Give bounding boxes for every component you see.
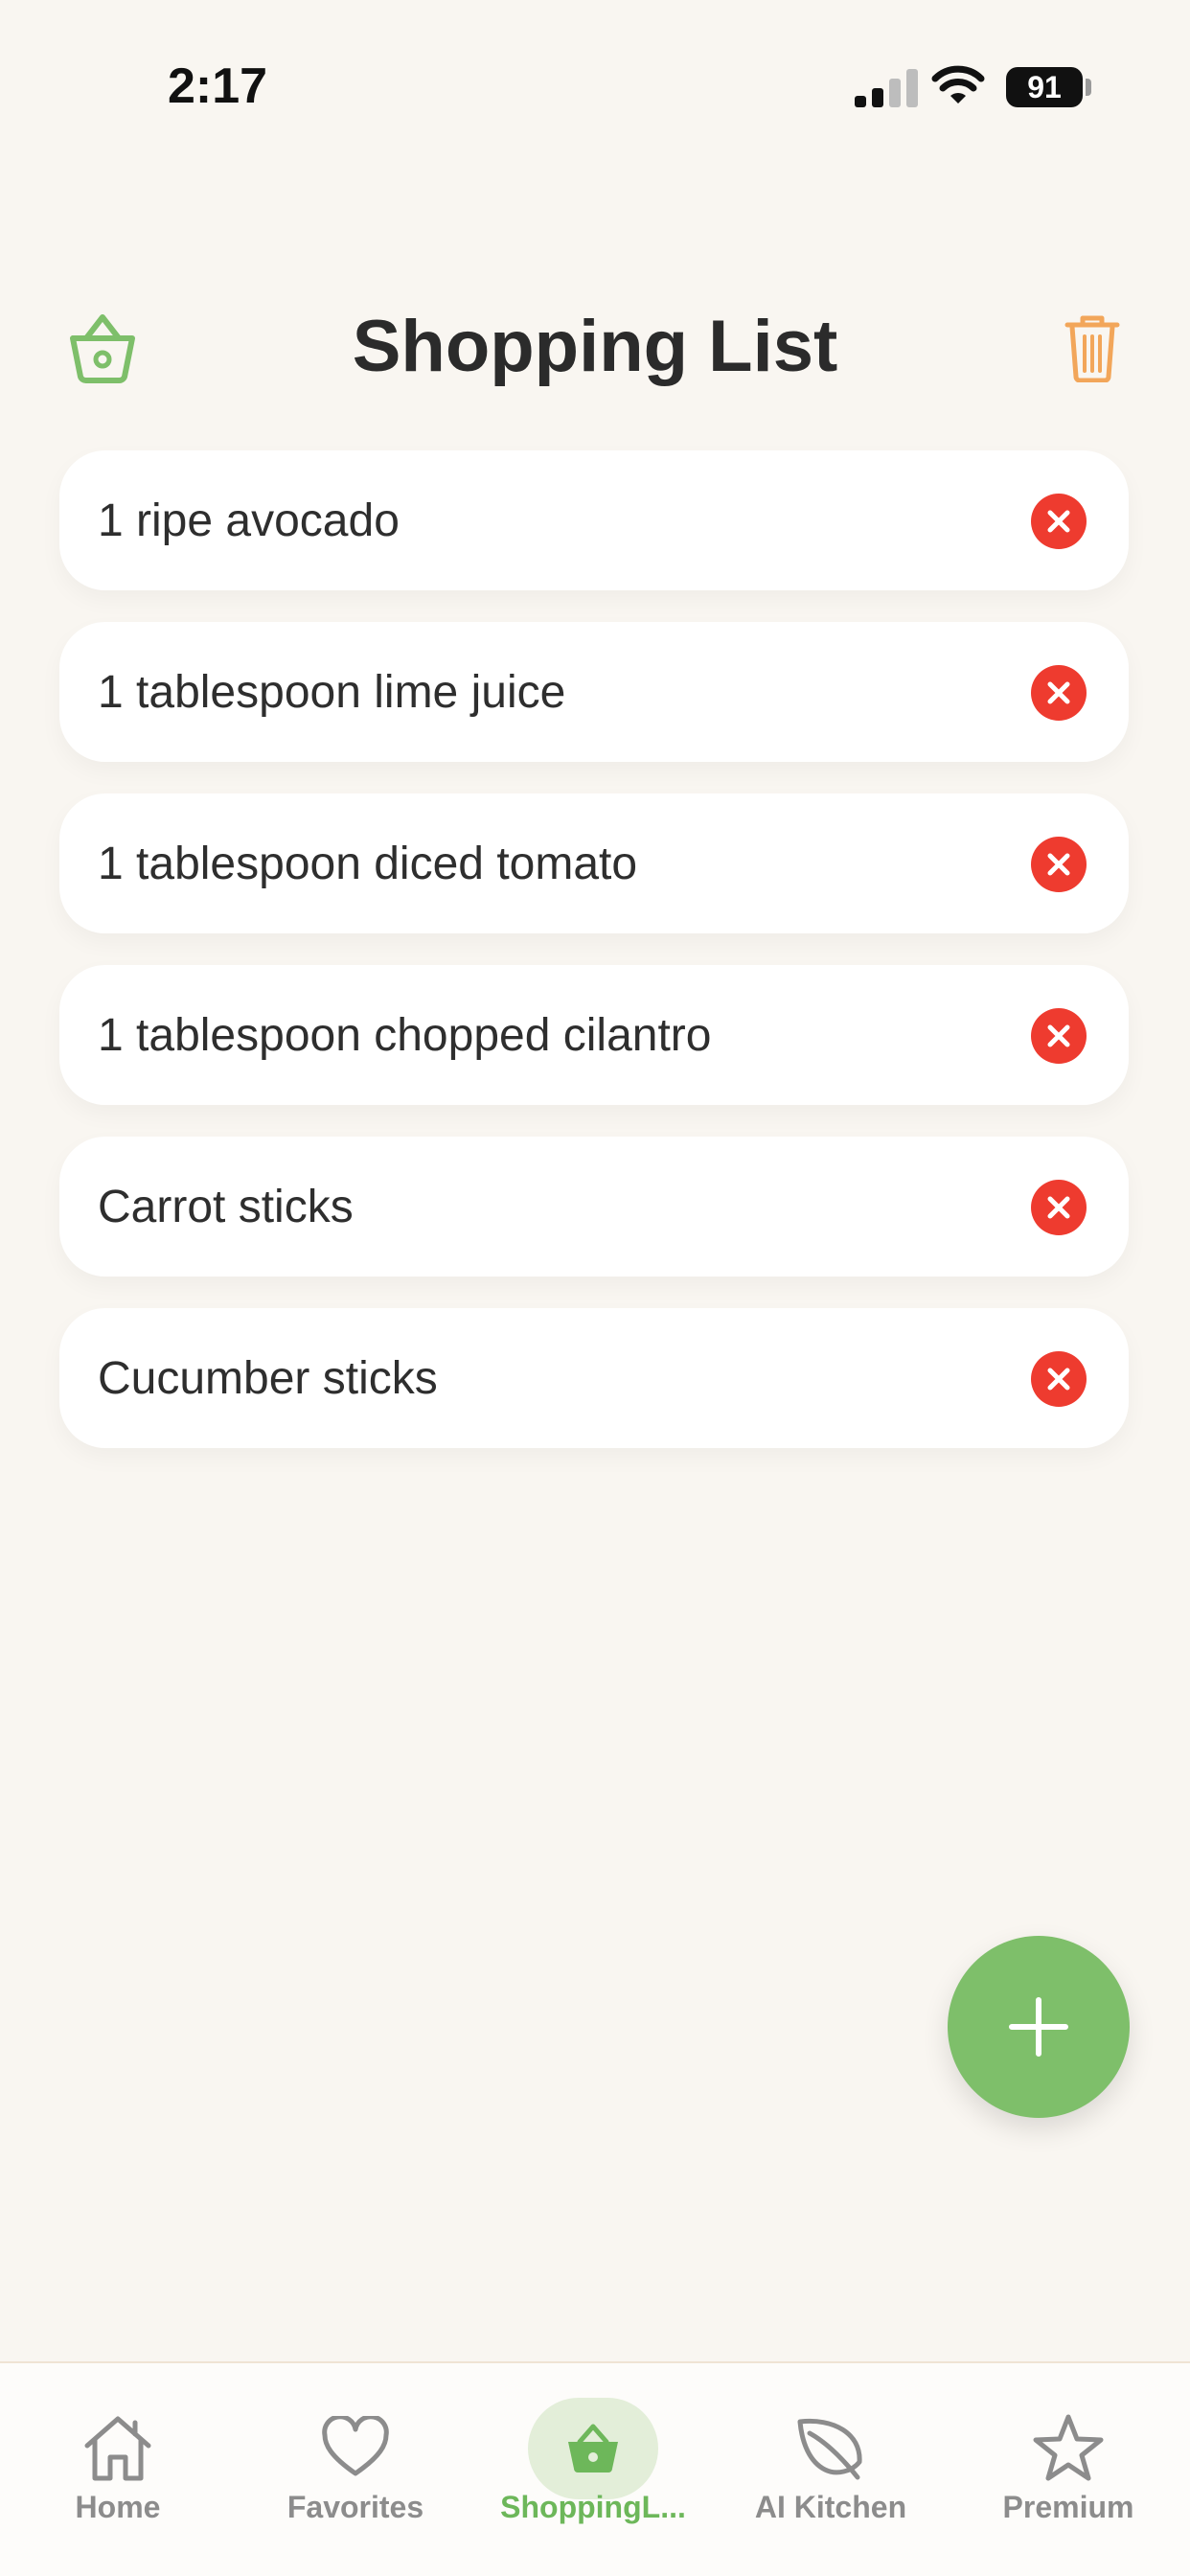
list-item[interactable]: 1 tablespoon chopped cilantro <box>59 965 1129 1105</box>
list-item-text: Cucumber sticks <box>98 1352 438 1404</box>
remove-item-button[interactable] <box>1031 1351 1087 1407</box>
bottom-tab-bar: Home Favorites ShoppingL... AI Kitchen P… <box>0 2361 1190 2576</box>
list-item-text: 1 tablespoon chopped cilantro <box>98 1009 712 1061</box>
remove-item-button[interactable] <box>1031 837 1087 892</box>
close-icon <box>1047 510 1070 533</box>
tab-favorites[interactable]: Favorites <box>240 2363 470 2576</box>
list-item[interactable]: 1 ripe avocado <box>59 450 1129 590</box>
close-icon <box>1047 1024 1070 1047</box>
close-icon <box>1047 853 1070 876</box>
tab-shopping-list[interactable]: ShoppingL... <box>478 2363 708 2576</box>
home-icon <box>80 2411 156 2484</box>
tab-label: Home <box>75 2490 161 2524</box>
remove-item-button[interactable] <box>1031 665 1087 721</box>
close-icon <box>1047 1196 1070 1219</box>
wifi-icon <box>931 65 985 104</box>
battery-indicator: 91 <box>1006 67 1083 107</box>
trash-icon[interactable] <box>1064 313 1121 382</box>
status-time: 2:17 <box>168 58 268 114</box>
battery-tip <box>1086 79 1091 96</box>
screen: 2:17 91 Shopping List 1 ripe avocado 1 t… <box>0 0 1190 2576</box>
list-item-text: Carrot sticks <box>98 1181 354 1232</box>
close-icon <box>1047 681 1070 704</box>
heart-icon <box>317 2411 394 2484</box>
leaf-icon <box>792 2411 869 2484</box>
cellular-signal-icon <box>855 69 918 107</box>
close-icon <box>1047 1368 1070 1391</box>
remove-item-button[interactable] <box>1031 1008 1087 1064</box>
tab-label: Premium <box>1002 2490 1134 2524</box>
add-item-button[interactable] <box>948 1936 1130 2118</box>
plus-icon <box>1009 1997 1068 2057</box>
list-item[interactable]: 1 tablespoon lime juice <box>59 622 1129 762</box>
tab-label: ShoppingL... <box>500 2490 686 2524</box>
list-item[interactable]: Carrot sticks <box>59 1137 1129 1276</box>
list-item[interactable]: 1 tablespoon diced tomato <box>59 794 1129 933</box>
tab-premium[interactable]: Premium <box>953 2363 1183 2576</box>
shopping-list: 1 ripe avocado 1 tablespoon lime juice 1… <box>59 450 1129 1480</box>
tab-ai-kitchen[interactable]: AI Kitchen <box>716 2363 946 2576</box>
tab-home[interactable]: Home <box>3 2363 233 2576</box>
list-item-text: 1 tablespoon diced tomato <box>98 838 638 889</box>
list-item[interactable]: Cucumber sticks <box>59 1308 1129 1448</box>
list-item-text: 1 ripe avocado <box>98 494 400 546</box>
page-title: Shopping List <box>352 306 838 387</box>
tab-label: Favorites <box>286 2490 424 2524</box>
list-item-text: 1 tablespoon lime juice <box>98 666 566 718</box>
remove-item-button[interactable] <box>1031 1180 1087 1235</box>
basket-icon <box>555 2411 631 2484</box>
star-icon <box>1030 2411 1107 2484</box>
tab-label: AI Kitchen <box>754 2490 907 2524</box>
remove-item-button[interactable] <box>1031 494 1087 549</box>
